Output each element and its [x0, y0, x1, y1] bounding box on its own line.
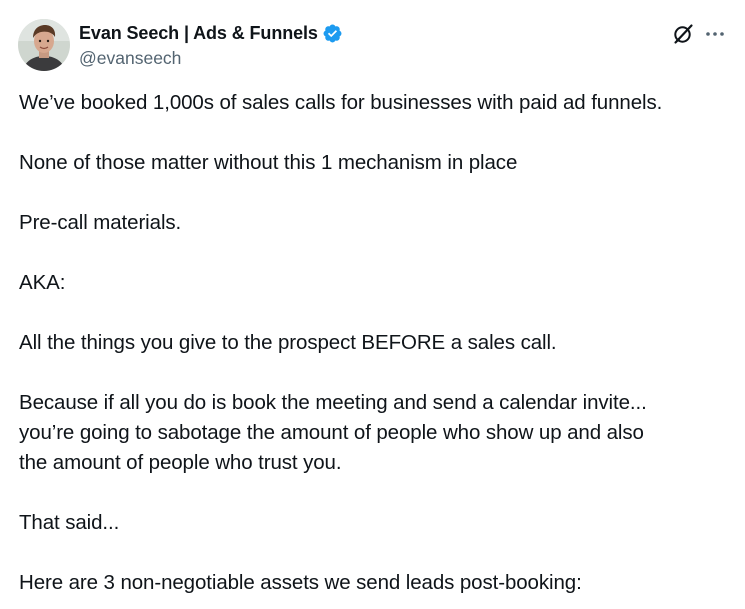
tweet-paragraph: Because if all you do is book the meetin… — [19, 388, 734, 478]
author-display-name[interactable]: Evan Seech | Ads & Funnels — [79, 23, 318, 44]
tweet-paragraph: AKA: — [19, 271, 66, 294]
tweet-line: the amount of people who trust you. — [19, 451, 342, 474]
avatar[interactable] — [18, 19, 70, 71]
author-name-row: Evan Seech | Ads & Funnels — [79, 21, 343, 45]
tweet-text: We’ve booked 1,000s of sales calls for b… — [19, 88, 734, 609]
verified-badge-icon[interactable] — [322, 23, 343, 44]
tweet-paragraph: None of those matter without this 1 mech… — [19, 151, 518, 174]
tweet-paragraph: That said... — [19, 511, 120, 534]
tweet-paragraph: Pre-call materials. — [19, 211, 182, 234]
tweet-line: you’re going to sabotage the amount of p… — [19, 421, 644, 444]
tweet-paragraph: Here are 3 non-negotiable assets we send… — [19, 571, 582, 594]
more-options-icon[interactable] — [703, 22, 727, 46]
tweet-line: Because if all you do is book the meetin… — [19, 391, 647, 414]
avatar-photo-icon — [18, 19, 70, 71]
author-handle[interactable]: @evanseech — [79, 48, 181, 69]
tweet-paragraph: We’ve booked 1,000s of sales calls for b… — [19, 91, 663, 114]
grok-icon[interactable] — [671, 22, 695, 46]
tweet-card: Evan Seech | Ads & Funnels @evanseech We… — [0, 0, 745, 609]
tweet-paragraph: All the things you give to the prospect … — [19, 331, 557, 354]
